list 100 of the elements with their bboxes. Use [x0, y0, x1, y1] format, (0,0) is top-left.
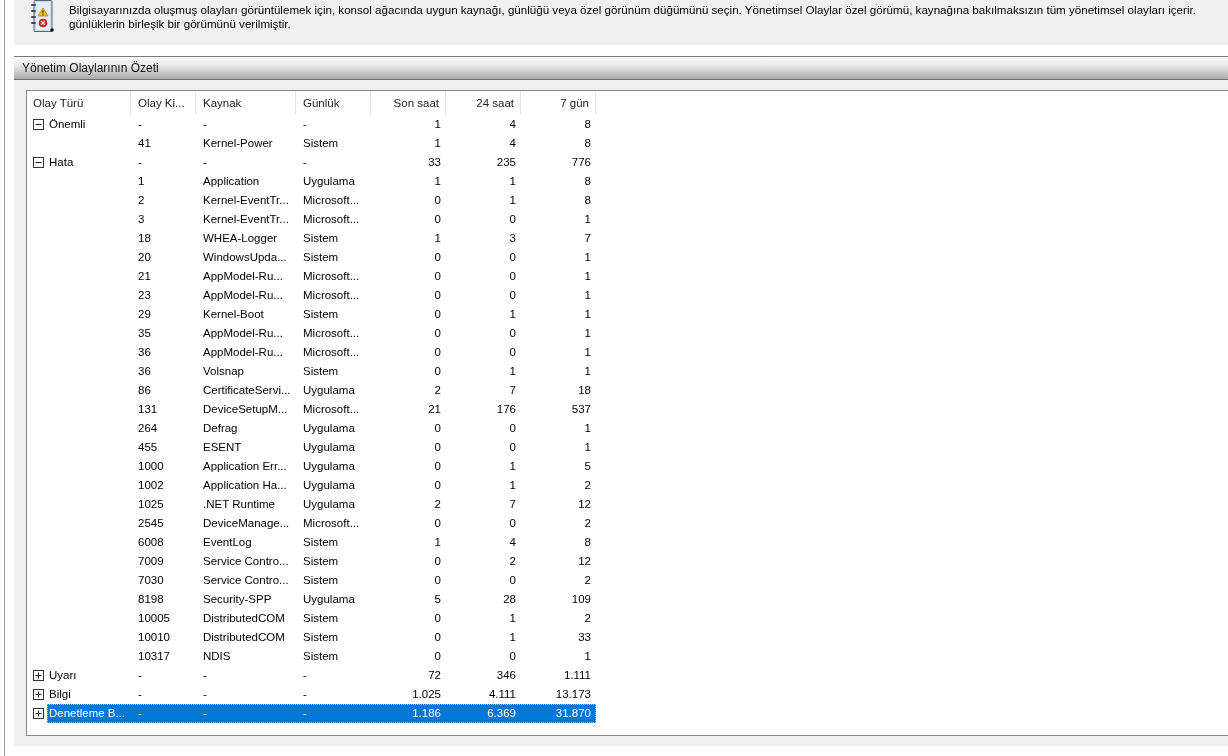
table-row[interactable]: Denetleme B... - - - 1.186 6.369 31.870 — [47, 704, 596, 723]
table-cell-text: Sistem — [302, 307, 340, 322]
table-row[interactable]: 10317 NDIS Sistem 0 0 1 — [47, 647, 596, 666]
table-cell-text: 1.111 — [562, 668, 592, 683]
table-row[interactable]: 36 Volsnap Sistem 0 1 1 — [47, 362, 596, 381]
table-row[interactable]: 35 AppModel-Ru... Microsoft... 0 0 1 — [47, 324, 596, 343]
table-cell-text: Kernel-EventTr... — [202, 193, 290, 208]
table-row[interactable]: 7009 Service Contro... Sistem 0 2 12 — [47, 552, 596, 571]
table-cell-text: 7 — [583, 231, 592, 246]
table-row[interactable]: 29 Kernel-Boot Sistem 0 1 1 — [47, 305, 596, 324]
table-cell-text: 176 — [495, 402, 517, 417]
table-cell-text: 1 — [508, 478, 517, 493]
table-cell-text: 1 — [583, 288, 592, 303]
table-cell-text: Uygulama — [302, 174, 356, 189]
table-cell-text: Uygulama — [302, 478, 356, 493]
table-cell-text: Microsoft... — [302, 326, 361, 341]
plus-box-icon[interactable] — [33, 670, 44, 681]
table-cell-text: DeviceManage... — [202, 516, 291, 531]
table-cell-text: 1002 — [137, 478, 165, 493]
table-row[interactable]: Uyarı - - - 72 346 1.111 — [47, 666, 596, 685]
table-cell-text: 2545 — [137, 516, 165, 531]
table-cell-text: - — [302, 687, 308, 702]
table-row[interactable]: 6008 EventLog Sistem 1 4 8 — [47, 533, 596, 552]
table-cell-text: Sistem — [302, 573, 340, 588]
table-row[interactable]: 1000 Application Err... Uygulama 0 1 5 — [47, 457, 596, 476]
table-cell-text: Sistem — [302, 554, 340, 569]
table-row[interactable]: 10005 DistributedCOM Sistem 0 1 2 — [47, 609, 596, 628]
table-cell-text: 1 — [583, 345, 592, 360]
table-row[interactable]: 2 Kernel-EventTr... Microsoft... 0 1 8 — [47, 191, 596, 210]
table-row[interactable]: 3 Kernel-EventTr... Microsoft... 0 0 1 — [47, 210, 596, 229]
table-row[interactable]: 8198 Security-SPP Uygulama 5 28 109 — [47, 590, 596, 609]
table-cell-text: 33 — [427, 155, 442, 170]
table-row[interactable]: 20 WindowsUpda... Sistem 0 0 1 — [47, 248, 596, 267]
table-cell-text: AppModel-Ru... — [202, 326, 284, 341]
table-cell-text: 3 — [508, 231, 517, 246]
table-cell-text: 1 — [583, 212, 592, 227]
table-cell-text: 346 — [495, 668, 517, 683]
table-cell-text: - — [202, 117, 208, 132]
table-row[interactable]: 1002 Application Ha... Uygulama 0 1 2 — [47, 476, 596, 495]
table-cell-text: 0 — [508, 288, 517, 303]
plus-box-icon[interactable] — [33, 689, 44, 700]
plus-box-icon[interactable] — [33, 708, 44, 719]
table-row[interactable]: Hata - - - 33 235 776 — [47, 153, 596, 172]
table-cell-text: 21 — [427, 402, 442, 417]
table-cell-text: 4 — [508, 136, 517, 151]
table-cell-text: WindowsUpda... — [202, 250, 288, 265]
table-cell-text: 131 — [137, 402, 159, 417]
table-cell-text: 7 — [508, 383, 517, 398]
table-row[interactable]: 36 AppModel-Ru... Microsoft... 0 0 1 — [47, 343, 596, 362]
table-row[interactable]: 1 Application Uygulama 1 1 8 — [47, 172, 596, 191]
table-cell-text: 6008 — [137, 535, 165, 550]
table-cell-text: 0 — [508, 345, 517, 360]
table-cell-text: Defrag — [202, 421, 239, 436]
table-cell-text: 0 — [433, 269, 442, 284]
table-row[interactable]: 1025 .NET Runtime Uygulama 2 7 12 — [47, 495, 596, 514]
table-row[interactable]: 7030 Service Contro... Sistem 0 0 2 — [47, 571, 596, 590]
table-cell-text: Sistem — [302, 364, 340, 379]
table-row[interactable]: 18 WHEA-Logger Sistem 1 3 7 — [47, 229, 596, 248]
table-cell-text: 2 — [583, 516, 592, 531]
table-row[interactable]: 10010 DistributedCOM Sistem 0 1 33 — [47, 628, 596, 647]
table-cell-text: DistributedCOM — [202, 630, 286, 645]
table-cell-text: - — [302, 117, 308, 132]
table-row[interactable]: 455 ESENT Uygulama 0 0 1 — [47, 438, 596, 457]
intro-text: Bilgisayarınızda oluşmuş olayları görüntülemek için, konsol ağacında uygun kaynağı, günlüğü veya özel görünüm düğümünü seçin. Yönetimsel Olaylar özel görümü, kaynağına bakılmaksızın tüm yönetimsel olayları içerir. günlüklerin birleşik bir görümünü verilmiştir. — [69, 2, 1197, 31]
table-cell-text: DistributedCOM — [202, 611, 286, 626]
table-row[interactable]: Bilgi - - - 1.025 4.111 13.173 — [47, 685, 596, 704]
minus-box-icon[interactable] — [33, 119, 44, 130]
table-row[interactable]: 2545 DeviceManage... Microsoft... 0 0 2 — [47, 514, 596, 533]
table-row[interactable]: 86 CertificateServi... Uygulama 2 7 18 — [47, 381, 596, 400]
table-cell-text: 0 — [433, 421, 442, 436]
table-cell-text: 7030 — [137, 573, 165, 588]
table-cell-text: 0 — [433, 345, 442, 360]
table-cell-text: Sistem — [302, 649, 340, 664]
table-cell-text: 2 — [433, 383, 442, 398]
table-cell-text: WHEA-Logger — [202, 231, 279, 246]
table-cell-text: Security-SPP — [202, 592, 273, 607]
table-cell-text: 2 — [583, 611, 592, 626]
table-cell-text: - — [202, 687, 208, 702]
table-cell-text: Uygulama — [302, 383, 356, 398]
table-cell-text: Microsoft... — [302, 288, 361, 303]
table-cell-text: 1 — [433, 231, 442, 246]
table-cell-text: 1 — [508, 459, 517, 474]
table-cell-text: Kernel-Boot — [202, 307, 265, 322]
table-row[interactable]: 23 AppModel-Ru... Microsoft... 0 0 1 — [47, 286, 596, 305]
table-cell-text: 1 — [583, 649, 592, 664]
minus-box-icon[interactable] — [33, 157, 44, 168]
table-cell-text: 1 — [508, 307, 517, 322]
table-row[interactable]: 131 DeviceSetupM... Microsoft... 21 176 537 — [47, 400, 596, 419]
table-row[interactable]: Önemli - - - 1 4 8 — [47, 115, 596, 134]
table-row[interactable]: 264 Defrag Uygulama 0 0 1 — [47, 419, 596, 438]
table-cell-text: - — [302, 706, 308, 721]
table-cell-text: Service Contro... — [202, 573, 290, 588]
table-row[interactable]: 41 Kernel-Power Sistem 1 4 8 — [47, 134, 596, 153]
table-cell-text: 6.369 — [486, 706, 517, 721]
table-cell-text: Sistem — [302, 535, 340, 550]
table-cell-text: 4.111 — [487, 687, 517, 702]
table-cell-text: 21 — [137, 269, 152, 284]
table-cell-text: 1025 — [137, 497, 165, 512]
table-cell-text: EventLog — [202, 535, 253, 550]
table-row[interactable]: 21 AppModel-Ru... Microsoft... 0 0 1 — [47, 267, 596, 286]
